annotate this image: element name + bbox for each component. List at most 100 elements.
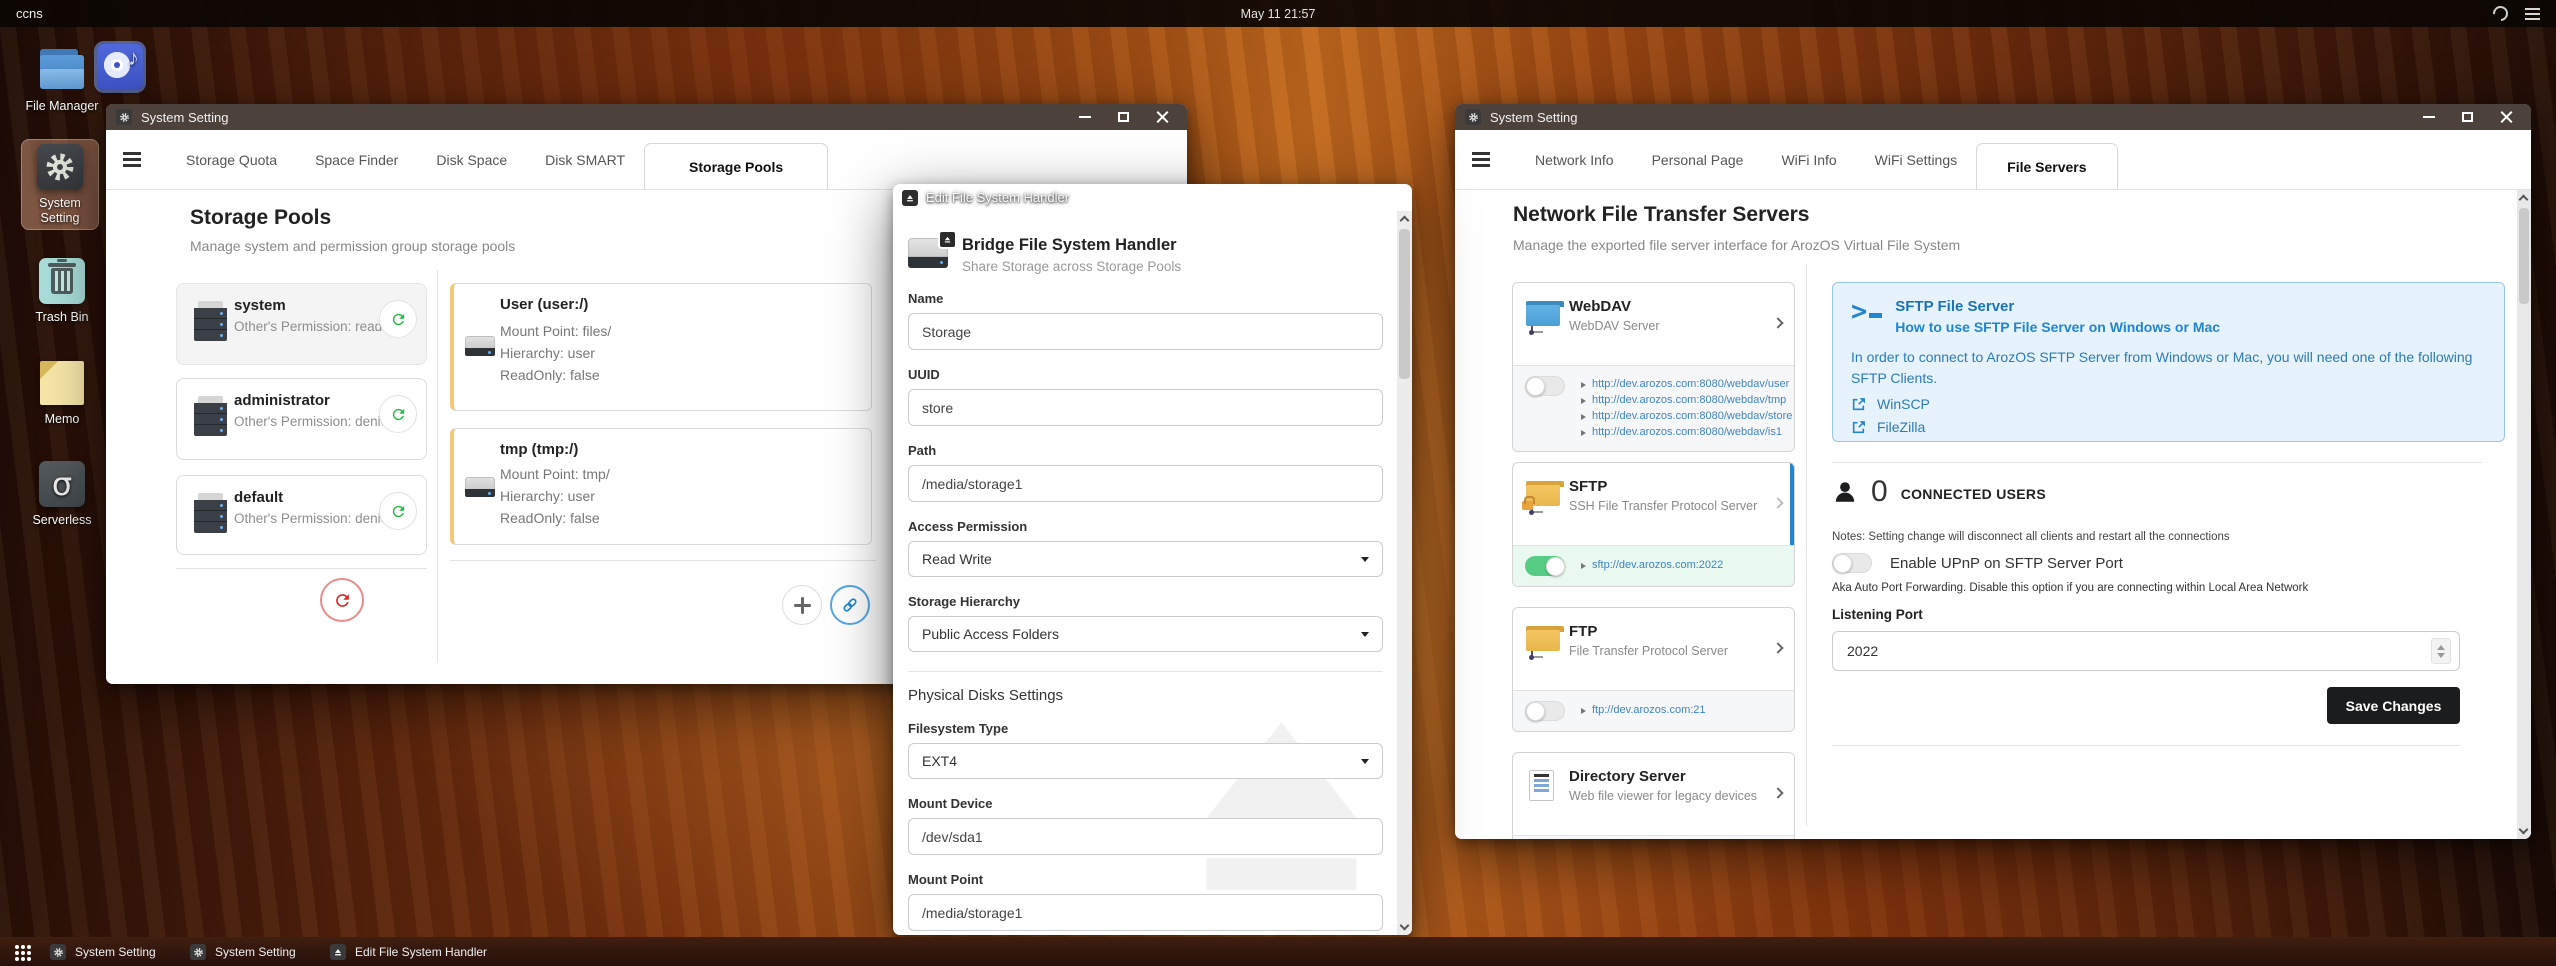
tab-wifi-settings[interactable]: WiFi Settings (1856, 152, 1976, 168)
path-input[interactable] (908, 465, 1383, 502)
desktop-icon-trash-bin[interactable]: Trash Bin (23, 258, 101, 325)
physical-disks-section-label: Physical Disks Settings (908, 687, 1064, 704)
desktop-icon-label: Memo (44, 412, 80, 426)
webdav-link[interactable]: http://dev.arozos.com:8080/webdav/store (1581, 409, 1792, 424)
mount-point-input[interactable] (908, 894, 1383, 931)
storage-hierarchy-select[interactable]: Public Access Folders (908, 616, 1383, 652)
window-title-bar[interactable]: System Setting (106, 104, 1187, 130)
sftp-toggle[interactable] (1525, 556, 1565, 576)
number-spinner[interactable] (2431, 638, 2451, 664)
taskbar-item-label: System Setting (215, 945, 296, 959)
maximize-icon[interactable] (1118, 112, 1129, 122)
scrollbar[interactable] (1397, 211, 1412, 935)
hamburger-menu-icon[interactable] (123, 149, 141, 171)
tab-space-finder[interactable]: Space Finder (296, 152, 417, 168)
chevron-right-icon[interactable] (1772, 642, 1784, 654)
webdav-link-list: http://dev.arozos.com:8080/webdav/user h… (1581, 376, 1792, 441)
ftp-link[interactable]: ftp://dev.arozos.com:21 (1581, 703, 1706, 718)
server-name: WebDAV (1569, 298, 1631, 315)
chevron-right-icon[interactable] (1772, 317, 1784, 329)
minimize-icon[interactable] (1079, 116, 1091, 118)
top-bar: ccns May 11 21:57 (0, 0, 2556, 27)
name-input[interactable] (908, 313, 1383, 350)
refresh-pool-button[interactable] (379, 395, 417, 433)
add-fsh-button[interactable] (782, 585, 822, 625)
webdav-card[interactable]: WebDAV WebDAV Server http://dev.arozos.c… (1512, 282, 1795, 452)
close-icon[interactable] (1382, 191, 1395, 204)
scrollbar[interactable] (2517, 190, 2531, 839)
directory-server-card[interactable]: Directory Server Web file viewer for leg… (1512, 752, 1795, 839)
tab-bar: Storage Quota Space Finder Disk Space Di… (106, 130, 1187, 190)
pool-card-administrator[interactable]: administrator Other's Permission: denied (176, 378, 427, 460)
tab-wifi-info[interactable]: WiFi Info (1762, 152, 1855, 168)
form-title: Bridge File System Handler (962, 236, 1177, 254)
desktop-icon-music[interactable]: ♪ (89, 44, 151, 96)
window-title-bar[interactable]: System Setting (1455, 104, 2531, 130)
refresh-pool-button[interactable] (379, 492, 417, 530)
webdav-link[interactable]: http://dev.arozos.com:8080/webdav/is1 (1581, 425, 1792, 440)
fsh-detail-card-tmp[interactable]: tmp (tmp:/) Mount Point: tmp/ Hierarchy:… (450, 428, 872, 545)
reload-all-pools-button[interactable] (320, 578, 364, 622)
webdav-toggle[interactable] (1525, 376, 1565, 396)
desktop-icon-memo[interactable]: Memo (23, 360, 101, 427)
tab-storage-quota[interactable]: Storage Quota (167, 152, 296, 168)
scroll-up-icon[interactable] (1399, 215, 1409, 226)
refresh-pool-button[interactable] (379, 300, 417, 338)
close-icon[interactable] (2500, 111, 2513, 124)
pool-card-system[interactable]: system Other's Permission: readwrite (176, 283, 427, 365)
ftp-toggle[interactable] (1525, 701, 1565, 721)
window-title-bar[interactable]: Edit File System Handler (893, 184, 1412, 211)
taskbar-item-system-setting-1[interactable]: System Setting (50, 938, 156, 966)
close-icon[interactable] (1156, 111, 1169, 124)
minimize-icon[interactable] (2423, 116, 2435, 118)
bridge-fsh-button[interactable] (830, 585, 870, 625)
taskbar-item-edit-fsh[interactable]: Edit File System Handler (330, 938, 487, 966)
scrollbar-thumb[interactable] (2519, 208, 2529, 304)
app-launcher-icon[interactable] (15, 945, 19, 949)
scroll-down-icon[interactable] (1399, 920, 1409, 931)
tab-storage-pools[interactable]: Storage Pools (644, 143, 829, 189)
top-menu-icon[interactable] (2525, 5, 2540, 23)
help-subtitle: How to use SFTP File Server on Windows o… (1895, 319, 2221, 335)
scrollbar-thumb[interactable] (1399, 229, 1410, 379)
gear-icon (50, 944, 66, 960)
listening-port-input[interactable] (1832, 631, 2460, 671)
desktop-icon-label: File Manager (25, 99, 99, 113)
chevron-right-icon[interactable] (1772, 787, 1784, 799)
access-permission-label: Access Permission (908, 519, 1028, 534)
webdav-link[interactable]: http://dev.arozos.com:8080/webdav/user (1581, 377, 1792, 392)
uuid-input[interactable] (908, 389, 1383, 426)
gear-icon (37, 144, 83, 190)
pool-card-default[interactable]: default Other's Permission: denied (176, 475, 427, 555)
help-body: In order to connect to ArozOS SFTP Serve… (1851, 349, 2473, 386)
fsh-detail-card-user[interactable]: User (user:/) Mount Point: files/ Hierar… (450, 283, 872, 411)
client-link-filezilla[interactable]: FileZilla (1851, 419, 2484, 435)
filesystem-type-select[interactable]: EXT4 (908, 743, 1383, 779)
tab-disk-smart[interactable]: Disk SMART (526, 152, 644, 168)
save-changes-button[interactable]: Save Changes (2327, 687, 2460, 724)
pool-name: system (234, 297, 286, 314)
desktop-icon-serverless[interactable]: σ Serverless (23, 461, 101, 528)
upnp-toggle[interactable] (1832, 553, 1872, 573)
webdav-link[interactable]: http://dev.arozos.com:8080/webdav/tmp (1581, 393, 1792, 408)
tab-file-servers[interactable]: File Servers (1976, 143, 2118, 189)
tab-disk-space[interactable]: Disk Space (417, 152, 526, 168)
serverless-icon: σ (39, 461, 85, 507)
chevron-right-icon[interactable] (1772, 497, 1784, 509)
tab-personal-page[interactable]: Personal Page (1633, 152, 1763, 168)
client-link-winscp[interactable]: WinSCP (1851, 396, 2484, 412)
maximize-icon[interactable] (1344, 192, 1355, 203)
maximize-icon[interactable] (2462, 112, 2473, 122)
desktop-icon-system-setting[interactable]: System Setting (21, 139, 99, 230)
minimize-icon[interactable] (1305, 196, 1317, 199)
mount-device-input[interactable] (908, 818, 1383, 855)
tab-network-info[interactable]: Network Info (1516, 152, 1633, 168)
taskbar-item-system-setting-2[interactable]: System Setting (190, 938, 296, 966)
ftp-card[interactable]: FTP File Transfer Protocol Server ftp://… (1512, 607, 1795, 732)
sftp-link[interactable]: sftp://dev.arozos.com:2022 (1581, 558, 1723, 573)
scroll-up-icon[interactable] (2518, 194, 2529, 205)
hamburger-menu-icon[interactable] (1472, 149, 1490, 171)
scroll-down-icon[interactable] (2518, 824, 2529, 835)
sftp-card[interactable]: SFTP SSH File Transfer Protocol Server s… (1512, 462, 1795, 587)
access-permission-select[interactable]: Read Write (908, 541, 1383, 577)
